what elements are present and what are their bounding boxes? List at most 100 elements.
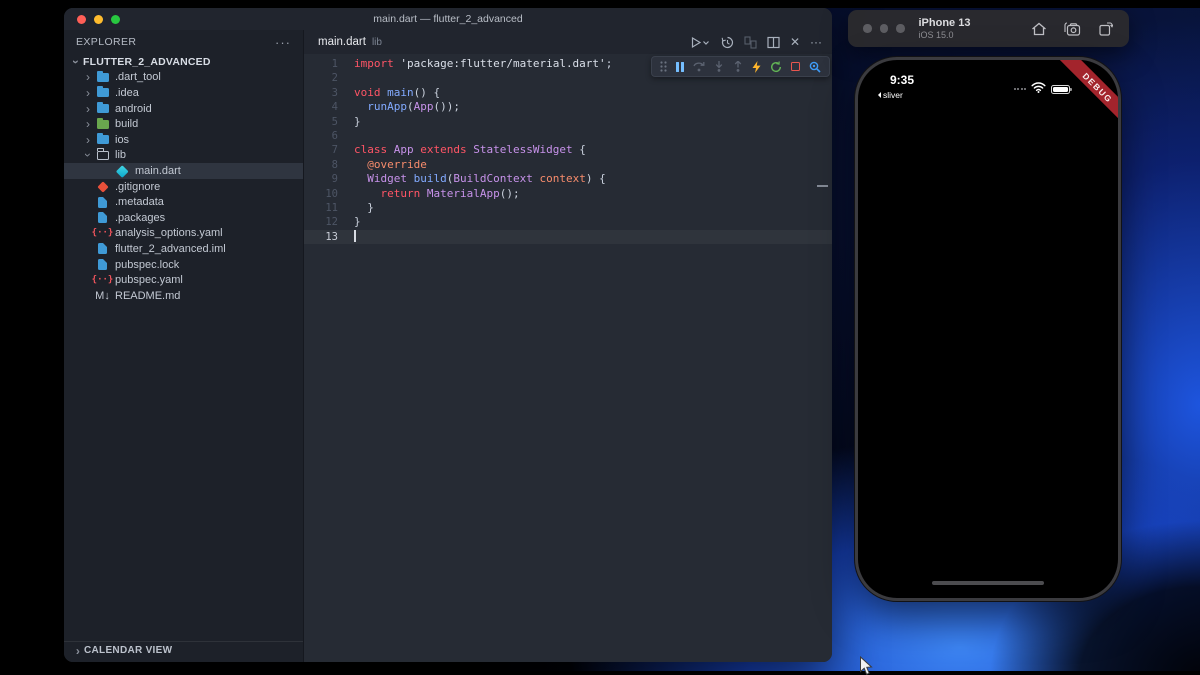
- timeline-icon[interactable]: [721, 36, 734, 49]
- calendar-view-label: CALENDAR VIEW: [84, 645, 173, 656]
- tab-file-directory: lib: [371, 36, 382, 48]
- folder-icon: [96, 70, 109, 83]
- code-line-8[interactable]: 8 @override: [304, 158, 832, 172]
- code-line-13[interactable]: 13: [304, 229, 832, 245]
- code-line-5[interactable]: 5}: [304, 115, 832, 129]
- tree-item-label: .gitignore: [115, 180, 161, 193]
- yaml-icon: {··}: [91, 228, 114, 239]
- chevron-down-icon: ›: [81, 153, 95, 158]
- code-line-11[interactable]: 11 }: [304, 201, 832, 215]
- tree-item--idea[interactable]: › .idea: [64, 85, 303, 101]
- screenshot-icon[interactable]: [1064, 21, 1081, 36]
- hot-reload-icon[interactable]: [752, 60, 761, 73]
- chevron-right-icon: ›: [86, 70, 90, 85]
- tree-item-main-dart[interactable]: main.dart: [64, 163, 303, 179]
- simulator-titlebar[interactable]: iPhone 13 iOS 15.0: [848, 10, 1129, 47]
- widget-inspector-icon[interactable]: [809, 61, 821, 73]
- tree-item-label: analysis_options.yaml: [115, 227, 223, 240]
- text-cursor: [354, 229, 356, 242]
- close-editor-icon[interactable]: ✕: [790, 36, 800, 48]
- letterbox-bottom: [0, 671, 1200, 675]
- code-line-9[interactable]: 9 Widget build(BuildContext context) {: [304, 172, 832, 186]
- home-icon[interactable]: [1031, 22, 1047, 36]
- code-line-7[interactable]: 7 class App extends StatelessWidget {: [304, 143, 832, 157]
- drag-handle-icon[interactable]: [659, 61, 667, 72]
- editor-tabbar: main.dart lib ✕ ···: [304, 30, 832, 54]
- window-title: main.dart — flutter_2_advanced: [373, 13, 523, 25]
- tree-item-lib[interactable]: › lib: [64, 148, 303, 164]
- tree-item--packages[interactable]: .packages: [64, 210, 303, 226]
- code-line-6[interactable]: 6: [304, 129, 832, 143]
- git-icon: [96, 180, 109, 193]
- tree-item-label: .metadata: [115, 196, 164, 209]
- folder-open-icon: [96, 148, 109, 161]
- step-out-icon: [733, 61, 743, 72]
- line-number: 4: [331, 101, 338, 114]
- line-number: 10: [325, 187, 338, 200]
- vscode-window: main.dart — flutter_2_advanced EXPLORER …: [64, 8, 832, 662]
- folder-icon: [96, 86, 109, 99]
- step-into-icon: [714, 61, 724, 72]
- line-number: 8: [331, 158, 338, 171]
- editor-group: main.dart lib ✕ ··· 1 import 'package:fl…: [304, 30, 832, 662]
- letterbox-top: [0, 0, 1200, 8]
- debug-toolbar: [650, 56, 830, 77]
- home-indicator[interactable]: [932, 581, 1044, 585]
- code-editor[interactable]: 1 import 'package:flutter/material.dart';…: [304, 54, 832, 662]
- stop-icon[interactable]: [791, 62, 800, 71]
- restart-icon[interactable]: [770, 60, 782, 73]
- line-number: 12: [325, 216, 338, 229]
- tree-item-label: android: [115, 102, 152, 115]
- chevron-right-icon: ›: [86, 101, 90, 116]
- tree-item-ios[interactable]: › ios: [64, 132, 303, 148]
- wifi-icon: [1031, 80, 1046, 98]
- code-line-10[interactable]: 10 return MaterialApp();: [304, 187, 832, 201]
- desktop: main.dart — flutter_2_advanced EXPLORER …: [0, 0, 1200, 675]
- tree-item--dart-tool[interactable]: › .dart_tool: [64, 70, 303, 86]
- code-line-12[interactable]: 12}: [304, 215, 832, 229]
- tree-item-label: build: [115, 118, 139, 131]
- editor-actions: ✕ ···: [690, 35, 832, 49]
- code-line-4[interactable]: 4 runApp(App());: [304, 100, 832, 114]
- tree-item-analysis-options-yaml[interactable]: {··} analysis_options.yaml: [64, 226, 303, 242]
- tree-item-pubspec-lock[interactable]: pubspec.lock: [64, 257, 303, 273]
- calendar-view-section[interactable]: › CALENDAR VIEW: [64, 641, 303, 659]
- tree-item-label: pubspec.yaml: [115, 274, 183, 287]
- yaml-icon: {··}: [91, 275, 114, 286]
- run-or-debug-icon[interactable]: [690, 36, 711, 49]
- window-titlebar[interactable]: main.dart — flutter_2_advanced: [64, 8, 832, 30]
- pause-icon[interactable]: [675, 61, 684, 72]
- code-line-3[interactable]: 3 void main() {: [304, 86, 832, 100]
- line-number: 2: [331, 72, 338, 85]
- tree-item-pubspec-yaml[interactable]: {··} pubspec.yaml: [64, 272, 303, 288]
- statusbar-right-icons: [1013, 80, 1072, 98]
- sidebar-empty-space: [64, 304, 303, 642]
- tree-item--metadata[interactable]: .metadata: [64, 194, 303, 210]
- cellular-signal-icon: [1013, 88, 1026, 90]
- code-lines: 1 import 'package:flutter/material.dart';…: [304, 57, 832, 245]
- split-editor-icon[interactable]: [767, 36, 780, 49]
- line-number: 5: [331, 115, 338, 128]
- folder-icon: [96, 102, 109, 115]
- tree-item-readme-md[interactable]: M↓ README.md: [64, 288, 303, 304]
- file-tree: › FLUTTER_2_ADVANCED › .dart_tool › .idea › a…: [64, 54, 303, 304]
- simulator-window-controls[interactable]: [848, 24, 919, 33]
- tree-item--gitignore[interactable]: .gitignore: [64, 179, 303, 195]
- line-number: 11: [325, 201, 338, 214]
- more-actions-icon[interactable]: ···: [810, 36, 822, 48]
- tab-main-dart[interactable]: main.dart lib: [304, 30, 396, 54]
- file-icon: [96, 196, 109, 208]
- project-root-row[interactable]: › FLUTTER_2_ADVANCED: [64, 54, 303, 70]
- tree-item-flutter-2-advanced-iml[interactable]: flutter_2_advanced.iml: [64, 241, 303, 257]
- back-arrow-icon: [878, 92, 881, 98]
- tree-item-build[interactable]: › build: [64, 116, 303, 132]
- line-number: 7: [331, 144, 338, 157]
- statusbar-back-to-app[interactable]: sliver: [878, 90, 903, 100]
- tree-item-android[interactable]: › android: [64, 101, 303, 117]
- line-number: 9: [331, 173, 338, 186]
- simulator-device-name: iPhone 13: [918, 17, 971, 29]
- tree-item-label: .idea: [115, 86, 139, 99]
- rotate-icon[interactable]: [1098, 21, 1113, 36]
- explorer-more-actions-icon[interactable]: ···: [275, 35, 291, 50]
- iphone-simulator-screen[interactable]: 9:35 sliver DEBUG: [855, 57, 1121, 601]
